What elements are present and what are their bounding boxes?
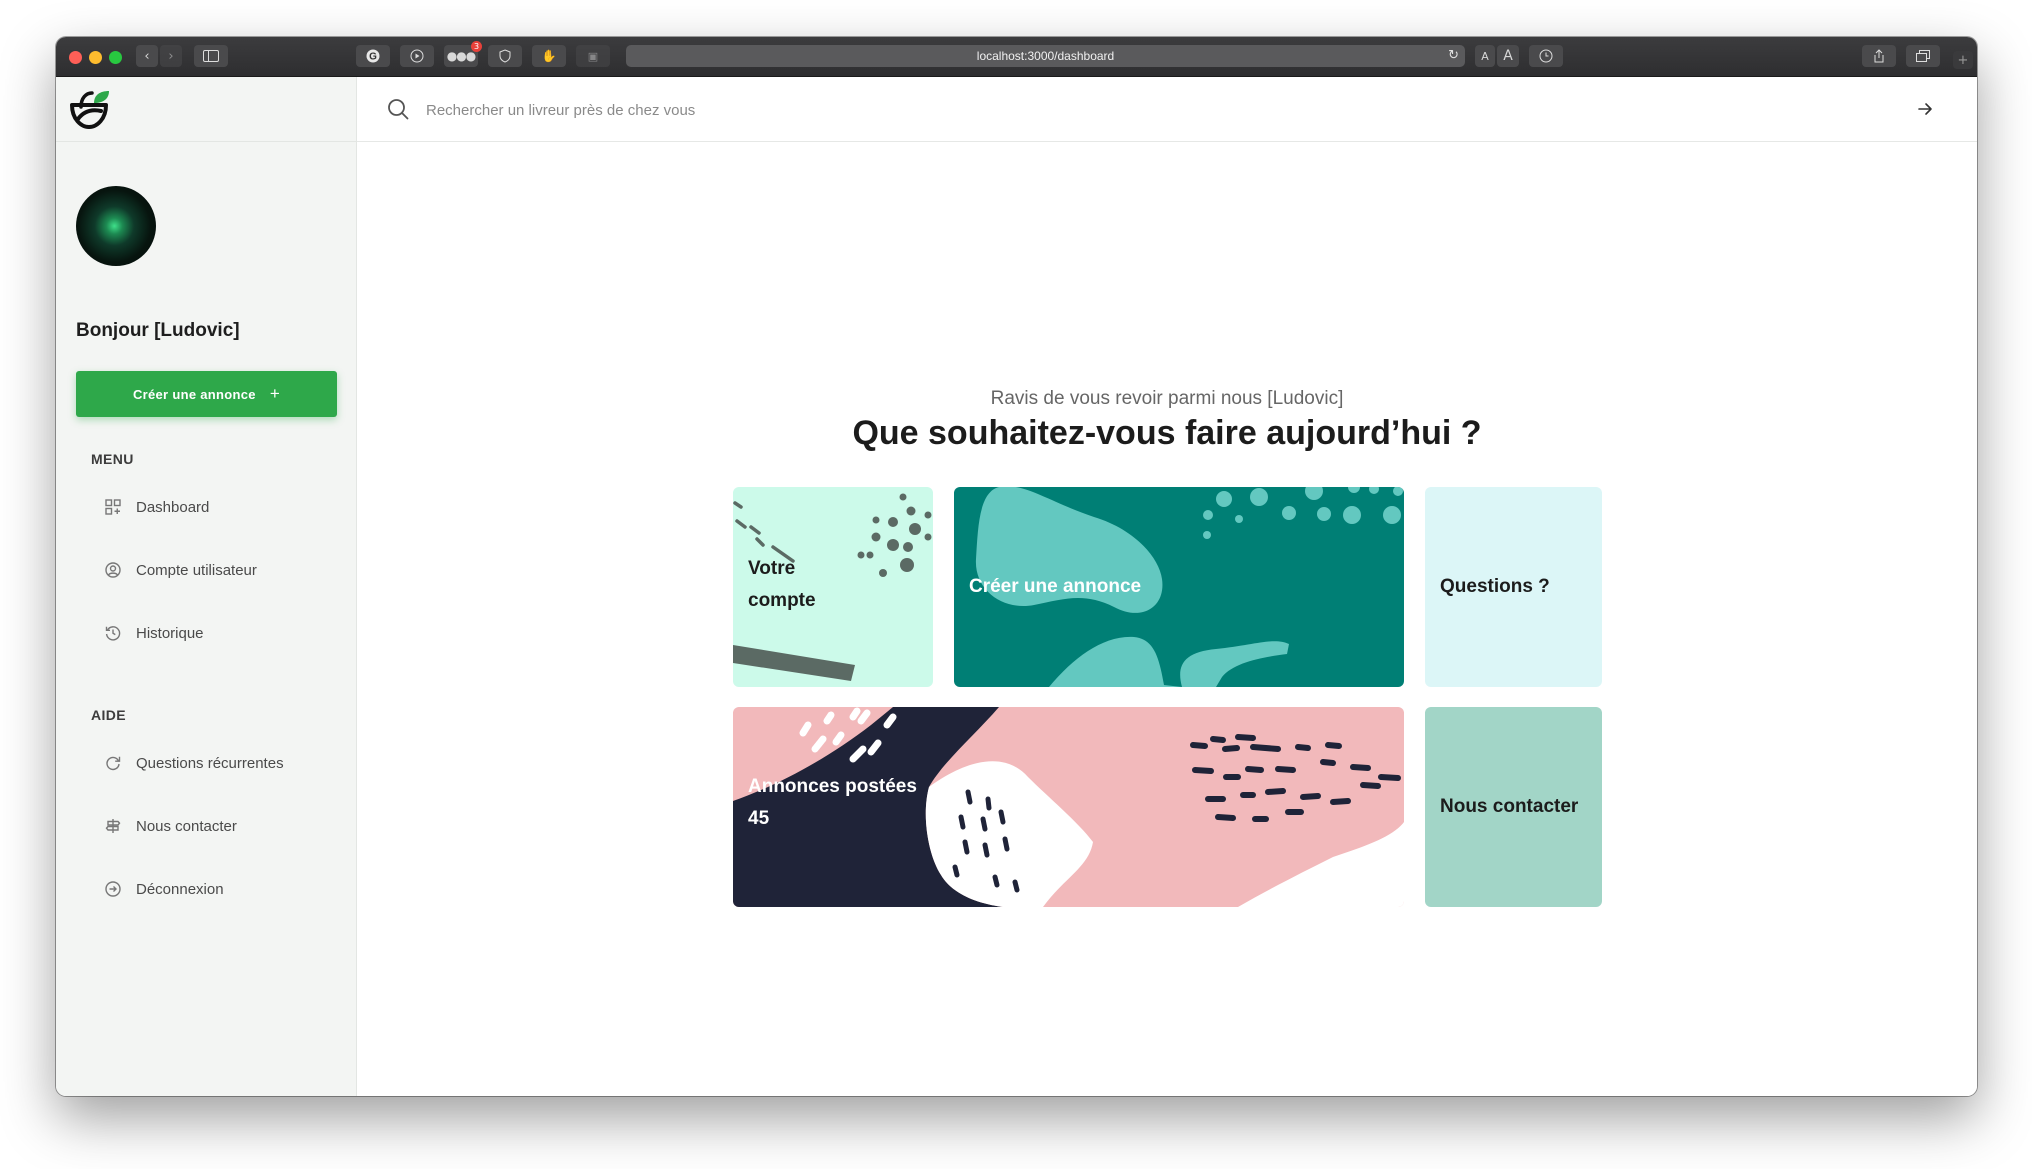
hand-icon: ✋ [541, 49, 557, 63]
tabs-icon [1916, 50, 1930, 62]
maximize-window-button[interactable] [109, 51, 122, 64]
reader-small-text-button[interactable]: A [1475, 45, 1495, 67]
sidebar-toggle-button[interactable] [194, 45, 228, 67]
posted-card-count: 45 [748, 808, 770, 829]
contact-card[interactable]: Nous contacter [1425, 707, 1602, 907]
clock-icon [1539, 49, 1553, 63]
extension-hand-button[interactable]: ✋ [532, 45, 566, 67]
sidebar-item-label: Compte utilisateur [136, 561, 257, 579]
sidebar-item-label: Historique [136, 624, 204, 642]
dots-icon: ●●● [446, 49, 476, 63]
logout-icon [104, 880, 122, 898]
refresh-question-icon [104, 754, 122, 772]
create-card-title: Créer une annonce [969, 576, 1142, 597]
extension-more-button[interactable]: ●●● 3 [444, 41, 482, 67]
plus-icon: + [269, 384, 281, 403]
user-circle-icon [104, 561, 122, 579]
grid-icon [104, 498, 122, 516]
square-icon: ▣ [587, 49, 599, 63]
arrow-right-icon[interactable] [1917, 101, 1933, 117]
menu-section-title: MENU [91, 451, 134, 467]
extension-shield-button[interactable] [488, 45, 522, 67]
extension-disabled-button[interactable]: ▣ [576, 45, 610, 67]
signpost-icon [104, 817, 122, 835]
reader-large-label: A [1503, 48, 1513, 64]
svg-text:G: G [369, 52, 377, 63]
forward-button[interactable]: › [160, 45, 182, 67]
sidebar-item-label: Questions récurrentes [136, 754, 284, 772]
browser-window: ‹ › G ●●● 3 ✋ ▣ localhost:3000/dashboard [56, 37, 1977, 1096]
extension-badge: 3 [471, 41, 482, 52]
create-listing-label: Créer une annonce [132, 386, 256, 402]
play-circle-icon [410, 49, 424, 63]
sidebar-item-faq[interactable]: Questions récurrentes [104, 749, 284, 777]
main-content: Ravis de vous revoir parmi nous [Ludovic… [357, 77, 1977, 1096]
posted-card-label: Annonces postées [748, 776, 917, 797]
create-listing-button[interactable]: Créer une annonce + [76, 371, 337, 417]
sidebar-item-logout[interactable]: Déconnexion [104, 875, 224, 903]
contact-card-title: Nous contacter [1440, 796, 1579, 817]
sidebar-item-label: Dashboard [136, 498, 210, 516]
sidebar-item-history[interactable]: Historique [104, 619, 204, 647]
sidebar-item-dashboard[interactable]: Dashboard [104, 493, 209, 521]
search-input[interactable] [424, 95, 1828, 125]
sidebar-item-label: Déconnexion [136, 880, 224, 898]
greeting-text: Bonjour [Ludovic] [76, 320, 240, 341]
share-button[interactable] [1862, 45, 1896, 67]
url-text: localhost:3000/dashboard [976, 49, 1115, 63]
sidebar-item-contact[interactable]: Nous contacter [104, 812, 237, 840]
account-card-line2: compte [748, 590, 816, 611]
logo-area [56, 77, 356, 142]
minimize-window-button[interactable] [89, 51, 102, 64]
help-section-title: AIDE [91, 707, 127, 723]
history-clock-button[interactable] [1529, 45, 1563, 67]
address-bar[interactable]: localhost:3000/dashboard ↻ [626, 45, 1465, 67]
welcome-subtitle: Ravis de vous revoir parmi nous [Ludovic… [990, 388, 1344, 409]
sidebar: Bonjour [Ludovic] Créer une annonce + ME… [56, 77, 357, 1096]
sidebar-item-account[interactable]: Compte utilisateur [104, 556, 257, 584]
share-icon [1874, 49, 1884, 63]
reader-large-text-button[interactable]: A [1497, 45, 1519, 67]
grammarly-icon: G [366, 49, 380, 63]
posted-card-title: Annonces postées 45 [748, 771, 917, 835]
plus-icon: + [1957, 52, 1969, 68]
back-button[interactable]: ‹ [136, 45, 158, 67]
account-card[interactable]: Votre compte [733, 487, 933, 687]
chevron-left-icon: ‹ [144, 48, 150, 64]
chevron-right-icon: › [168, 48, 174, 64]
browser-toolbar: ‹ › G ●●● 3 ✋ ▣ localhost:3000/dashboard [56, 37, 1977, 77]
history-icon [104, 624, 122, 642]
page-headline: Que souhaitez-vous faire aujourd’hui ? [852, 414, 1482, 452]
shield-icon [499, 49, 511, 63]
account-card-title: Votre compte [748, 553, 816, 617]
reload-icon[interactable]: ↻ [1448, 48, 1459, 63]
questions-card-title: Questions ? [1440, 576, 1550, 597]
questions-card[interactable]: Questions ? [1425, 487, 1602, 687]
search-icon [388, 99, 409, 120]
create-listing-card[interactable]: Créer une annonce [954, 487, 1404, 687]
close-window-button[interactable] [69, 51, 82, 64]
reader-small-label: A [1481, 49, 1489, 63]
new-tab-button[interactable]: + [1953, 51, 1973, 69]
tabs-overview-button[interactable] [1906, 45, 1940, 67]
extension-play-button[interactable] [400, 45, 434, 67]
posted-listings-card[interactable]: Annonces postées 45 [733, 707, 1404, 907]
account-card-line1: Votre [748, 558, 796, 579]
search-bar [357, 77, 1977, 142]
avatar[interactable] [76, 186, 156, 266]
sidebar-item-label: Nous contacter [136, 817, 237, 835]
extension-grammarly-button[interactable]: G [356, 45, 390, 67]
sidebar-panel-icon [203, 50, 219, 62]
app-logo-icon[interactable] [68, 89, 112, 129]
